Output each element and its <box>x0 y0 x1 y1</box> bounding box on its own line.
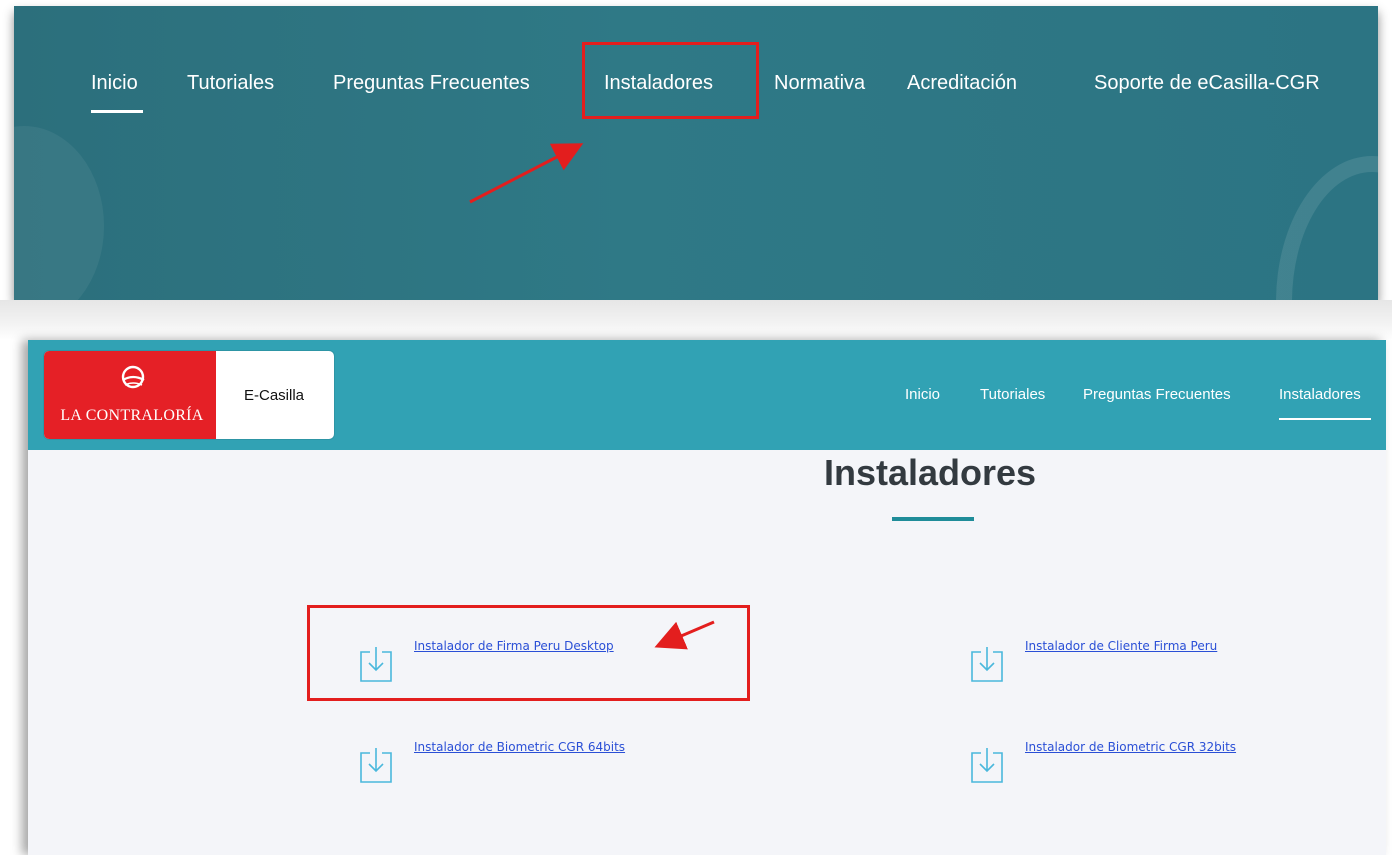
download-icon <box>971 647 1003 682</box>
logo-text: LA CONTRALORÍA <box>60 407 204 424</box>
download-link-biometric-32[interactable]: Instalador de Biometric CGR 32bits <box>1025 740 1236 754</box>
top-nav-active-underline <box>91 110 143 113</box>
nav-preguntas-frecuentes[interactable]: Preguntas Frecuentes <box>1083 386 1231 403</box>
nav-instaladores[interactable]: Instaladores <box>1279 386 1361 403</box>
download-icon <box>971 748 1003 783</box>
top-banner-screenshot: Inicio Tutoriales Preguntas Frecuentes I… <box>14 6 1378 300</box>
brand-block[interactable]: LA CONTRALORÍA E-Casilla <box>44 351 334 439</box>
title-underline <box>892 517 974 521</box>
top-nav-inicio[interactable]: Inicio <box>91 72 138 95</box>
annotation-box-firma-peru <box>307 605 750 701</box>
ecasilla-page-screenshot: LA CONTRALORÍA E-Casilla Inicio Tutorial… <box>28 340 1386 855</box>
annotation-box-instaladores <box>582 42 759 119</box>
download-icon <box>360 748 392 783</box>
page-title: Instaladores <box>824 452 1037 493</box>
top-nav-preguntas-frecuentes[interactable]: Preguntas Frecuentes <box>333 72 530 95</box>
nav-inicio[interactable]: Inicio <box>905 386 940 403</box>
top-nav-normativa[interactable]: Normativa <box>774 72 865 95</box>
top-nav-tutoriales[interactable]: Tutoriales <box>187 72 274 95</box>
app-name: E-Casilla <box>244 387 305 404</box>
contraloria-swirl-icon <box>121 365 145 389</box>
nav-active-underline <box>1279 418 1371 420</box>
nav-tutoriales[interactable]: Tutoriales <box>980 386 1045 403</box>
contraloria-logo: LA CONTRALORÍA <box>44 351 216 439</box>
banner-decoration-right <box>1276 156 1378 300</box>
site-header: LA CONTRALORÍA E-Casilla Inicio Tutorial… <box>28 340 1386 450</box>
screenshot-separator <box>0 300 1392 340</box>
top-nav-acreditacion[interactable]: Acreditación <box>907 72 1017 95</box>
top-nav-soporte[interactable]: Soporte de eCasilla-CGR <box>1094 72 1320 95</box>
banner-decoration-left <box>14 126 104 300</box>
download-link-biometric-64[interactable]: Instalador de Biometric CGR 64bits <box>414 740 625 754</box>
download-link-cliente-firma-peru[interactable]: Instalador de Cliente Firma Peru <box>1025 639 1217 653</box>
